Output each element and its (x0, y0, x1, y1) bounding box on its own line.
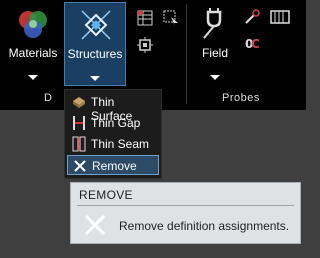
menu-item-thin-surface[interactable]: Thin Surface (67, 92, 159, 123)
tooltip-title: Remove (79, 188, 133, 202)
structures-dropdown-menu: Thin Surface Thin Gap Thin Seam Remove (64, 89, 162, 179)
thin-surface-icon (73, 97, 85, 108)
selection-tool-icon[interactable] (163, 10, 179, 26)
structures-button[interactable]: Structures (64, 2, 126, 86)
tooltip-divider (77, 205, 294, 206)
grid-table-icon[interactable] (137, 10, 153, 26)
probe-pen-icon[interactable] (244, 9, 260, 25)
remove-x-icon (84, 214, 106, 236)
group-label-partial: D (44, 92, 53, 104)
target-box-icon[interactable] (137, 37, 153, 53)
field-label: Field (201, 46, 228, 60)
group-label-probes: Probes (222, 92, 260, 104)
remove-tooltip: Remove Remove definition assignments. (70, 182, 301, 244)
materials-button[interactable]: Materials (2, 2, 64, 86)
thin-gap-icon (73, 116, 85, 130)
field-button[interactable]: Field (184, 2, 246, 86)
thin-seam-icon (72, 136, 86, 152)
probe-oc-icon[interactable]: 0 C (244, 35, 260, 51)
chevron-down-icon[interactable] (28, 75, 38, 80)
menu-item-thin-seam[interactable]: Thin Seam (67, 134, 159, 154)
film-strip-icon[interactable] (270, 9, 290, 25)
menu-item-thin-gap[interactable]: Thin Gap (67, 113, 159, 133)
tooltip-description: Remove definition assignments. (119, 219, 290, 233)
svg-text:C: C (251, 37, 260, 51)
remove-x-icon (74, 160, 86, 172)
chevron-down-icon[interactable] (90, 76, 100, 81)
structures-icon (81, 10, 111, 40)
structures-label: Structures (67, 47, 123, 61)
materials-label: Materials (8, 46, 58, 60)
field-icon (203, 8, 222, 39)
menu-item-remove[interactable]: Remove (67, 155, 159, 175)
materials-spheres-icon (19, 11, 47, 38)
chevron-down-icon[interactable] (210, 75, 220, 80)
